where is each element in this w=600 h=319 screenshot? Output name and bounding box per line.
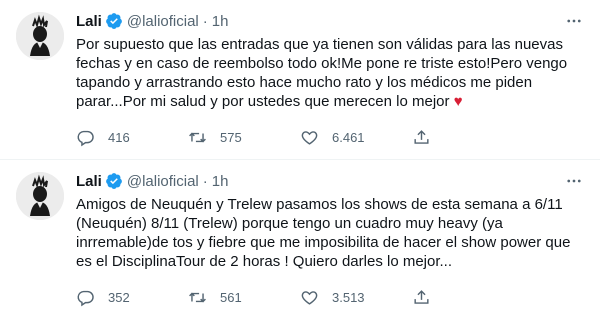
action-bar: 416 575 6.461 [76, 127, 526, 147]
reply-button[interactable]: 416 [76, 128, 188, 147]
tweet-header: Lali @lalioficial · 1h [76, 171, 228, 191]
verified-badge-icon [105, 13, 122, 29]
tweet-text: Por supuesto que las entradas que ya tie… [76, 35, 586, 111]
separator-dot: · [202, 12, 208, 30]
reply-count: 416 [108, 129, 130, 145]
heart-emoji: ♥ [453, 93, 463, 110]
timestamp[interactable]: 1h [212, 13, 229, 30]
separator-dot: · [202, 172, 208, 190]
retweet-count: 561 [220, 289, 242, 305]
retweet-button[interactable]: 561 [188, 288, 300, 307]
tweet-body: Amigos de Neuquén y Trelew pasamos los s… [76, 196, 571, 270]
verified-badge-icon [105, 173, 122, 189]
like-icon [301, 130, 318, 145]
like-count: 6.461 [332, 129, 365, 145]
like-count: 3.513 [332, 289, 365, 305]
retweet-icon [189, 132, 206, 142]
more-icon[interactable] [562, 170, 586, 192]
reply-icon [77, 130, 94, 146]
retweet-icon [189, 292, 206, 302]
reply-icon [77, 290, 94, 306]
reply-button[interactable]: 352 [76, 288, 188, 307]
reply-count: 352 [108, 289, 130, 305]
author-handle[interactable]: @lalioficial [127, 173, 199, 190]
share-button[interactable] [412, 288, 444, 307]
tweet[interactable]: Lali @lalioficial · 1h Por supuesto que … [0, 0, 600, 159]
retweet-button[interactable]: 575 [188, 128, 300, 147]
more-icon[interactable] [562, 10, 586, 32]
share-icon [414, 129, 429, 144]
share-button[interactable] [412, 128, 444, 147]
author-name[interactable]: Lali [76, 173, 102, 190]
action-bar: 352 561 3.513 [76, 287, 526, 307]
avatar[interactable] [16, 12, 64, 60]
share-icon [414, 289, 429, 304]
like-icon [301, 290, 318, 305]
retweet-count: 575 [220, 129, 242, 145]
avatar[interactable] [16, 172, 64, 220]
tweet-body: Por supuesto que las entradas que ya tie… [76, 36, 568, 110]
author-handle[interactable]: @lalioficial [127, 13, 199, 30]
like-button[interactable]: 3.513 [300, 288, 412, 307]
tweet-header: Lali @lalioficial · 1h [76, 11, 228, 31]
timestamp[interactable]: 1h [212, 173, 229, 190]
like-button[interactable]: 6.461 [300, 128, 412, 147]
author-name[interactable]: Lali [76, 13, 102, 30]
tweet-text: Amigos de Neuquén y Trelew pasamos los s… [76, 195, 586, 271]
tweet[interactable]: Lali @lalioficial · 1h Amigos de Neuquén… [0, 160, 600, 319]
